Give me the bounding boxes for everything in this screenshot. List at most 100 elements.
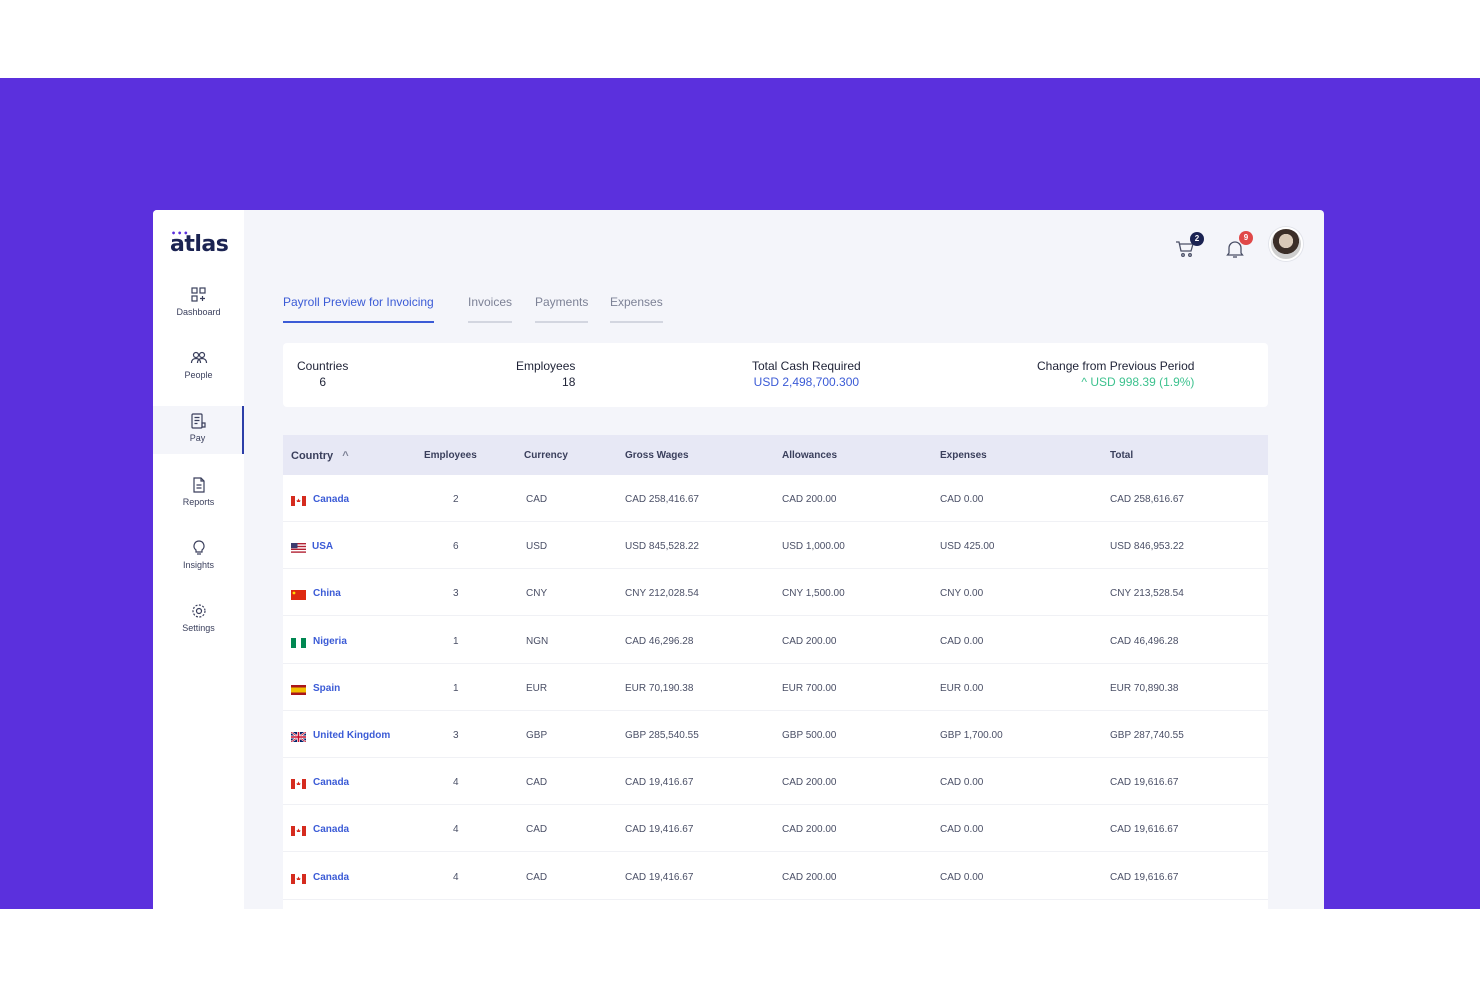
sidebar-item-insights[interactable]: Insights (153, 533, 244, 581)
summary-employees-value: 18 (562, 375, 576, 389)
cell-employees: 4 (453, 777, 459, 789)
cell-allowances: CAD 200.00 (782, 635, 837, 647)
flag-icon (291, 540, 306, 554)
cell-currency: CAD (526, 871, 548, 883)
table-row[interactable]: China 3 CNY CNY 212,028.54 CNY 1,500.00 CNY 0… (283, 569, 1268, 617)
column-header-total[interactable]: Total (1110, 450, 1133, 461)
country-link[interactable]: Nigeria (313, 636, 347, 647)
cell-expenses: CAD 0.00 (940, 824, 984, 836)
tab-payments[interactable]: Payments (535, 295, 589, 323)
cell-currency: NGN (526, 635, 549, 647)
table-row[interactable]: Canada 4 CAD CAD 19,416.67 CAD 200.00 CAD 0.0… (283, 853, 1268, 900)
notification-count-badge: 9 (1239, 231, 1253, 245)
cell-total: CAD 19,616.67 (1110, 777, 1179, 789)
cell-expenses: CAD 0.00 (940, 871, 984, 883)
notifications-button[interactable]: 9 (1226, 231, 1253, 264)
country-link[interactable]: United Kingdom (313, 730, 390, 741)
cell-employees: 3 (453, 730, 459, 741)
flag-icon (291, 682, 306, 695)
flag-icon (291, 493, 306, 506)
cell-total: CAD 19,616.67 (1110, 871, 1179, 883)
cell-total: CAD 19,616.67 (1110, 824, 1179, 836)
sidebar-item-label: Insights (182, 560, 215, 570)
cell-currency: CAD (526, 494, 548, 505)
flag-icon (291, 776, 306, 790)
table-row[interactable]: Canada 2 CAD CAD 258,416.67 CAD 200.00 CAD 0.… (283, 475, 1268, 522)
cell-total: CAD 46,496.28 (1110, 635, 1179, 647)
cell-gross-wages: CAD 19,416.67 (625, 777, 694, 789)
cell-allowances: GBP 500.00 (782, 730, 837, 741)
sidebar-item-reports[interactable]: Reports (153, 470, 244, 518)
country-link[interactable]: Spain (313, 683, 340, 694)
sidebar-item-dashboard[interactable]: Dashboard (153, 280, 244, 328)
logo[interactable]: ••• atlas (170, 229, 229, 257)
people-icon (190, 351, 207, 364)
cell-employees: 4 (453, 871, 459, 883)
sidebar: ••• atlas Dashboard People Pay Reports I… (153, 210, 244, 909)
table-row[interactable]: Spain 1 EUR EUR 70,190.38 EUR 700.00 EUR 0.00… (283, 664, 1268, 711)
cell-allowances: CAD 200.00 (782, 824, 837, 836)
column-header-gross-wages[interactable]: Gross Wages (625, 450, 689, 461)
column-header-expenses[interactable]: Expenses (940, 450, 987, 461)
column-header-allowances[interactable]: Allowances (782, 450, 837, 461)
cell-employees: 1 (453, 635, 459, 647)
table-row[interactable]: Canada 4 CAD CAD 19,416.67 CAD 200.00 CAD 0.0… (283, 805, 1268, 853)
cell-gross-wages: USD 845,528.22 (625, 541, 699, 553)
cart-count-badge: 2 (1190, 232, 1204, 246)
sidebar-item-settings[interactable]: Settings (153, 596, 244, 644)
sidebar-item-label: Reports (182, 497, 215, 507)
country-link[interactable]: Canada (313, 777, 349, 788)
cell-gross-wages: CAD 19,416.67 (625, 871, 694, 883)
country-link[interactable]: China (313, 588, 341, 599)
cell-total: CAD 258,616.67 (1110, 494, 1184, 505)
settings-icon (191, 604, 206, 618)
cell-currency: CAD (526, 824, 548, 836)
cell-gross-wages: CNY 212,028.54 (625, 588, 699, 600)
table-header: Country ^ Employees Currency Gross Wages… (283, 435, 1268, 475)
cell-allowances: CAD 200.00 (782, 494, 837, 505)
avatar[interactable] (1269, 227, 1303, 261)
table-row[interactable]: United Kingdom 3 GBP GBP 285,540.55 GBP 500.… (283, 711, 1268, 758)
cell-gross-wages: GBP 285,540.55 (625, 730, 699, 741)
column-header-employees[interactable]: Employees (424, 450, 477, 461)
column-header-country[interactable]: Country ^ (291, 450, 349, 462)
summary-total-cash-value: USD 2,498,700.300 (753, 375, 860, 389)
cell-total: GBP 287,740.55 (1110, 730, 1184, 741)
sidebar-item-label: Dashboard (176, 307, 221, 317)
table-row[interactable]: USA 6 USD USD 845,528.22 USD 1,000.00 USD 425… (283, 522, 1268, 570)
summary-countries-label: Countries (297, 359, 349, 373)
sidebar-item-people[interactable]: People (153, 343, 244, 391)
country-link[interactable]: Canada (313, 824, 349, 835)
country-link[interactable]: Canada (313, 872, 349, 883)
cell-allowances: EUR 700.00 (782, 682, 837, 694)
cell-allowances: USD 1,000.00 (782, 541, 845, 553)
tab-invoices[interactable]: Invoices (468, 295, 513, 323)
flag-icon (290, 729, 307, 743)
app-window: ••• atlas Dashboard People Pay Reports I… (153, 210, 1324, 909)
cell-allowances: CNY 1,500.00 (782, 588, 845, 600)
cell-total: CNY 213,528.54 (1110, 588, 1184, 600)
flag-icon (291, 823, 306, 837)
cell-expenses: CAD 0.00 (940, 777, 984, 789)
table-row[interactable]: Canada 4 CAD CAD 19,416.67 CAD 200.00 CAD 0.0… (283, 758, 1268, 806)
cell-total: EUR 70,890.38 (1110, 682, 1179, 694)
cell-expenses: CNY 0.00 (940, 588, 984, 600)
sidebar-item-pay[interactable]: Pay (153, 406, 244, 454)
summary-change-label: Change from Previous Period (1037, 359, 1195, 373)
tab-payroll-preview[interactable]: Payroll Preview for Invoicing (283, 295, 434, 323)
cell-employees: 1 (453, 682, 459, 694)
cell-employees: 3 (453, 588, 459, 600)
cart-button[interactable]: 2 (1175, 232, 1204, 263)
cell-expenses: EUR 0.00 (940, 682, 984, 694)
cell-employees: 4 (453, 824, 459, 836)
table-row[interactable]: Nigeria 1 NGN CAD 46,296.28 CAD 200.00 CAD 0.… (283, 617, 1268, 664)
cell-currency: CNY (526, 588, 548, 600)
logo-dots: ••• (171, 229, 190, 238)
sidebar-item-label: People (184, 370, 213, 380)
country-link[interactable]: USA (312, 541, 333, 552)
insights-icon (192, 540, 205, 555)
country-link[interactable]: Canada (313, 494, 349, 505)
flag-icon (291, 871, 306, 884)
column-header-currency[interactable]: Currency (524, 450, 568, 461)
tab-expenses[interactable]: Expenses (610, 295, 663, 323)
